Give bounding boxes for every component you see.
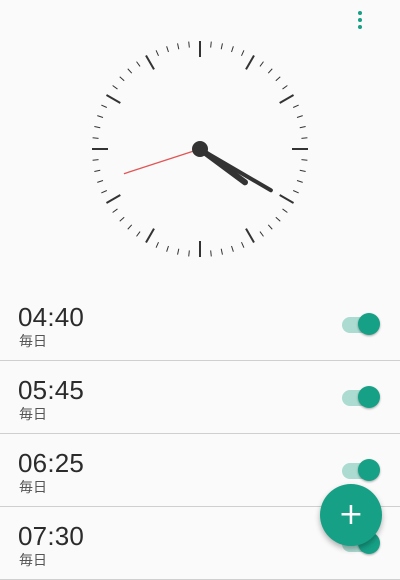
minute-tick xyxy=(301,137,308,139)
alarm-toggle[interactable] xyxy=(342,313,380,337)
analog-clock xyxy=(92,41,308,257)
alarm-toggle[interactable] xyxy=(342,386,380,410)
hour-tick xyxy=(105,194,121,204)
alarm-repeat: 毎日 xyxy=(19,334,47,350)
minute-tick xyxy=(92,159,99,161)
minute-tick xyxy=(112,208,118,213)
more-options-button[interactable] xyxy=(352,10,368,30)
minute-tick xyxy=(259,61,264,67)
minute-tick xyxy=(275,216,281,222)
minute-tick xyxy=(296,180,303,183)
more-vert-icon-dot xyxy=(358,11,362,15)
minute-tick xyxy=(101,104,108,108)
minute-tick xyxy=(241,241,245,248)
minute-tick xyxy=(127,224,133,230)
minute-tick xyxy=(231,245,234,252)
hour-tick xyxy=(145,228,155,244)
alarm-time[interactable]: 05:45 xyxy=(18,375,84,406)
alarm-toggle[interactable] xyxy=(342,459,380,483)
minute-tick xyxy=(97,115,104,118)
add-icon: + xyxy=(338,497,364,532)
alarm-time[interactable]: 06:25 xyxy=(18,448,84,479)
alarm-time[interactable]: 07:30 xyxy=(18,521,84,552)
add-alarm-button[interactable]: + xyxy=(320,484,382,546)
minute-tick xyxy=(231,46,234,53)
minute-tick xyxy=(166,46,169,53)
minute-tick xyxy=(301,159,308,161)
minute-tick xyxy=(241,50,245,57)
minute-tick xyxy=(101,190,108,194)
minute-tick xyxy=(119,216,125,222)
alarm-repeat: 毎日 xyxy=(19,407,47,423)
alarm-repeat: 毎日 xyxy=(19,553,47,569)
hour-tick xyxy=(245,54,255,70)
minute-hand xyxy=(198,147,273,193)
minute-tick xyxy=(259,231,264,237)
minute-tick xyxy=(177,43,180,50)
more-vert-icon-dot xyxy=(358,18,362,22)
minute-tick xyxy=(275,76,281,82)
second-hand xyxy=(123,148,201,175)
minute-tick xyxy=(299,126,306,129)
alarm-item[interactable]: 05:45 毎日 xyxy=(0,361,400,434)
clock-hub xyxy=(192,141,208,157)
minute-tick xyxy=(166,245,169,252)
minute-tick xyxy=(282,208,288,213)
minute-tick xyxy=(220,43,223,50)
minute-tick xyxy=(136,61,141,67)
minute-tick xyxy=(155,50,159,57)
minute-tick xyxy=(188,250,190,257)
minute-tick xyxy=(299,169,306,172)
minute-tick xyxy=(220,248,223,255)
minute-tick xyxy=(292,104,299,108)
alarm-repeat: 毎日 xyxy=(19,480,47,496)
minute-tick xyxy=(97,180,104,183)
minute-tick xyxy=(155,241,159,248)
minute-tick xyxy=(188,41,190,48)
minute-tick xyxy=(94,169,101,172)
clock-face xyxy=(92,41,308,257)
hour-tick xyxy=(279,194,295,204)
minute-tick xyxy=(267,68,273,74)
minute-tick xyxy=(267,224,273,230)
minute-tick xyxy=(119,76,125,82)
minute-tick xyxy=(92,137,99,139)
minute-tick xyxy=(296,115,303,118)
alarm-item[interactable]: 04:40 毎日 xyxy=(0,288,400,361)
minute-tick xyxy=(210,250,212,257)
minute-tick xyxy=(112,85,118,90)
minute-tick xyxy=(210,41,212,48)
more-vert-icon-dot xyxy=(358,25,362,29)
minute-tick xyxy=(136,231,141,237)
hour-tick xyxy=(279,94,295,104)
minute-tick xyxy=(94,126,101,129)
hour-tick xyxy=(105,94,121,104)
minute-tick xyxy=(127,68,133,74)
minute-tick xyxy=(177,248,180,255)
alarm-time[interactable]: 04:40 xyxy=(18,302,84,333)
minute-tick xyxy=(292,190,299,194)
hour-tick xyxy=(145,54,155,70)
hour-tick xyxy=(245,228,255,244)
minute-tick xyxy=(282,85,288,90)
